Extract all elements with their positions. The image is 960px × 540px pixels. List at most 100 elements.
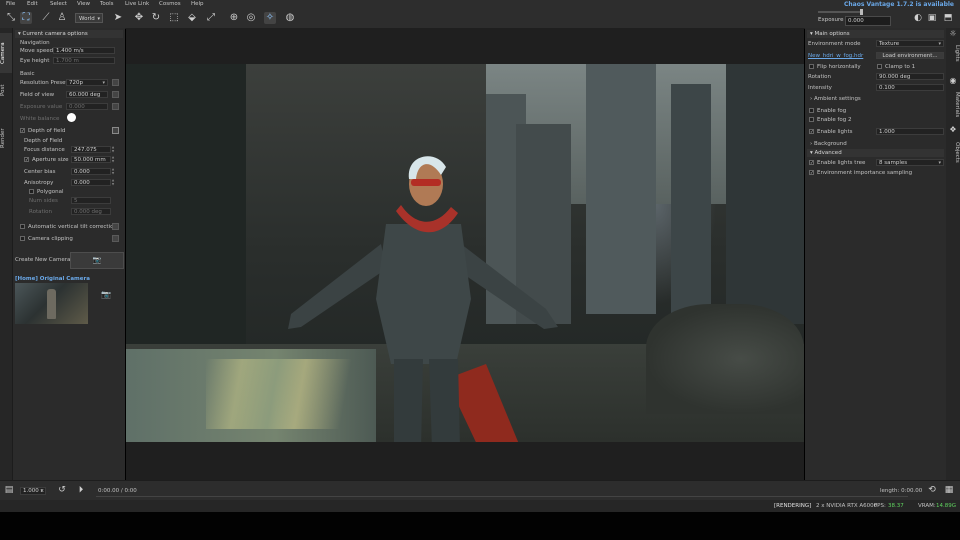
contrast-icon[interactable]: ◐ [912, 12, 924, 24]
enable-fog2-checkbox[interactable] [809, 117, 814, 122]
advanced-header[interactable]: ▾ Advanced [807, 149, 944, 157]
anisotropy-input[interactable]: 0.000 [71, 179, 111, 186]
tab-lights[interactable]: Lights [946, 42, 960, 64]
exposure-input[interactable]: 0.000 [845, 16, 891, 26]
menu-cosmos[interactable]: Cosmos [159, 1, 181, 7]
focus-distance-spinner[interactable]: ▲ ▼ [111, 145, 115, 153]
menu-view[interactable]: View [77, 1, 90, 7]
viewport[interactable] [126, 28, 804, 480]
num-sides-input[interactable]: 5 [71, 197, 111, 204]
right-tab-strip: ☼ Lights ◉ Materials ❖ Objects [946, 28, 960, 480]
exposure-value-input[interactable]: 0.000 [66, 103, 108, 110]
menu-tools[interactable]: Tools [100, 1, 114, 7]
aperture-input[interactable]: 50.000 mm [71, 156, 111, 163]
center-bias-input[interactable]: 0.000 [71, 168, 111, 175]
objects-icon[interactable]: ❖ [947, 124, 959, 136]
focus-camera-icon[interactable]: ◍ [284, 12, 296, 24]
render-animation-icon[interactable]: ▦ [943, 484, 955, 496]
tab-render[interactable]: Render [0, 123, 12, 153]
basic-title: Basic [20, 71, 35, 77]
auto-tilt-checkbox[interactable] [20, 224, 25, 229]
camera-thumbnail[interactable] [15, 283, 88, 324]
menu-edit[interactable]: Edit [27, 1, 38, 7]
enable-lights-checkbox[interactable]: ✓ [809, 129, 814, 135]
environment-icon[interactable]: ☼ [947, 28, 959, 40]
zoom-icon[interactable]: ⊕ [228, 12, 240, 24]
walk-icon[interactable]: ♙ [56, 12, 68, 24]
coordinate-space-select[interactable]: World [75, 13, 103, 24]
resolution-preset-select[interactable]: 720p [66, 79, 108, 86]
dof-pick-button[interactable] [112, 127, 119, 134]
tab-objects[interactable]: Objects [946, 139, 960, 165]
select-arrow-icon[interactable]: ➤ [112, 12, 124, 24]
exposure-slider[interactable] [818, 11, 862, 13]
main-options-header[interactable]: ▾ Main options [807, 30, 944, 38]
materials-icon[interactable]: ◉ [947, 75, 959, 87]
menu-file[interactable]: File [6, 1, 15, 7]
camera-name[interactable]: [Home] Original Camera [15, 276, 90, 282]
clamp-checkbox[interactable] [877, 64, 882, 69]
play-icon[interactable]: ⏵ [75, 484, 87, 496]
playback-speed-select[interactable]: 1.000 x [20, 487, 46, 495]
depth-of-field-checkbox[interactable]: ✓ [20, 128, 25, 134]
focus-point-icon[interactable]: ✧ [264, 12, 276, 24]
lights-tree-select[interactable]: 8 samples [876, 159, 944, 166]
camera-clipping-button[interactable] [112, 235, 119, 242]
tab-camera[interactable]: Camera [0, 33, 12, 73]
tab-post[interactable]: Post [0, 78, 12, 102]
fov-input[interactable]: 60.000 deg [66, 91, 108, 98]
camera-options-header[interactable]: ▾ Current camera options [15, 30, 123, 38]
menu-help[interactable]: Help [191, 1, 204, 7]
enable-fog-checkbox[interactable] [809, 108, 814, 113]
env-mode-select[interactable]: Texture [876, 40, 944, 47]
navigate-icon[interactable]: ⤡ [5, 12, 17, 24]
orbit-icon[interactable]: ⟋ [40, 12, 52, 24]
resolution-settings-button[interactable] [112, 79, 119, 86]
lights-intensity-input[interactable]: 1.000 [876, 128, 944, 135]
fly-mode-icon[interactable]: ⛶ [20, 12, 32, 24]
menu-select[interactable]: Select [50, 1, 67, 7]
focus-distance-input[interactable]: 247.075 [71, 146, 111, 153]
background-header[interactable]: › Background [810, 141, 847, 147]
move-icon[interactable]: ✥ [133, 12, 145, 24]
white-balance-swatch[interactable] [67, 113, 76, 122]
intensity-input[interactable]: 0.100 [876, 84, 944, 91]
fov-lock-button[interactable] [112, 91, 119, 98]
ambient-settings-header[interactable]: › Ambient settings [810, 96, 861, 102]
aperture-spinner[interactable]: ▲ ▼ [111, 155, 115, 163]
loop-icon[interactable]: ⟲ [926, 484, 938, 496]
camera-snapshot-icon[interactable]: 📷 [101, 290, 111, 299]
save-render-icon[interactable]: ⬒ [942, 12, 954, 24]
pick-icon[interactable]: ⤢ [205, 12, 217, 24]
hdri-file-link[interactable]: New_hdri_w_fog.hdr [808, 53, 863, 59]
importance-sampling-checkbox[interactable]: ✓ [809, 170, 814, 176]
timeline-track[interactable] [96, 496, 908, 497]
lights-tree-checkbox[interactable]: ✓ [809, 160, 814, 166]
flip-horizontally-checkbox[interactable] [809, 64, 814, 69]
load-environment-button[interactable]: Load environment... [876, 52, 944, 59]
snap-icon[interactable]: ⬙ [186, 12, 198, 24]
menu-live-link[interactable]: Live Link [125, 1, 149, 7]
center-bias-spinner[interactable]: ▲ ▼ [111, 167, 115, 175]
screenshot-icon[interactable]: ▣ [926, 12, 938, 24]
auto-tilt-button[interactable] [112, 223, 119, 230]
film-icon[interactable]: ▤ [3, 484, 15, 496]
exposure-slider-thumb[interactable] [860, 9, 863, 15]
env-rotation-input[interactable]: 90.000 deg [876, 73, 944, 80]
rewind-icon[interactable]: ↺ [56, 484, 68, 496]
scale-icon[interactable]: ⬚ [168, 12, 180, 24]
aperture-checkbox[interactable]: ✓ [24, 157, 29, 163]
polygonal-checkbox[interactable] [29, 189, 34, 194]
move-speed-input[interactable]: 1.400 m/s [53, 47, 115, 54]
tab-materials[interactable]: Materials [946, 90, 960, 120]
add-camera-button[interactable]: 📷 [70, 252, 124, 269]
render-view[interactable] [126, 64, 804, 442]
rotate-icon[interactable]: ↻ [150, 12, 162, 24]
eye-height-input[interactable]: 1.700 m [53, 57, 115, 64]
anisotropy-spinner[interactable]: ▲ ▼ [111, 178, 115, 186]
camera-clipping-checkbox[interactable] [20, 236, 25, 241]
rotation-input[interactable]: 0.000 deg [71, 208, 111, 215]
target-icon[interactable]: ◎ [245, 12, 257, 24]
exposure-lock-button[interactable] [112, 103, 119, 110]
update-notice[interactable]: Chaos Vantage 1.7.2 is available [844, 1, 954, 8]
